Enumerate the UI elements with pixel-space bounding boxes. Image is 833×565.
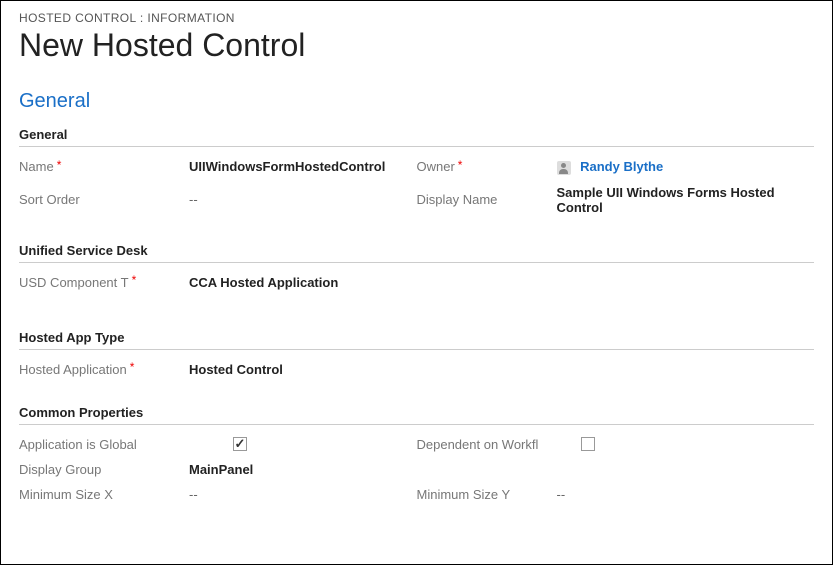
name-label: Name * xyxy=(19,159,189,174)
min-y-label: Minimum Size Y xyxy=(417,487,557,502)
required-star-icon: * xyxy=(132,273,137,287)
tab-general[interactable]: General xyxy=(19,90,814,113)
owner-field[interactable]: Randy Blythe xyxy=(557,159,664,175)
section-header-usd: Unified Service Desk xyxy=(19,243,814,263)
app-global-checkbox[interactable] xyxy=(233,437,247,451)
sort-order-label: Sort Order xyxy=(19,192,189,207)
display-group-field[interactable]: MainPanel xyxy=(189,462,253,477)
dep-workflow-checkbox[interactable] xyxy=(581,437,595,451)
display-name-field[interactable]: Sample UII Windows Forms Hosted Control xyxy=(557,185,815,215)
required-star-icon: * xyxy=(130,360,135,374)
min-x-field[interactable]: -- xyxy=(189,487,198,502)
usd-component-type-field[interactable]: CCA Hosted Application xyxy=(189,275,338,290)
required-star-icon: * xyxy=(57,158,62,172)
name-field[interactable]: UIIWindowsFormHostedControl xyxy=(189,159,385,174)
breadcrumb: HOSTED CONTROL : INFORMATION xyxy=(19,11,814,25)
section-header-general: General xyxy=(19,127,814,147)
app-global-label: Application is Global xyxy=(19,437,189,452)
min-y-field[interactable]: -- xyxy=(557,487,566,502)
section-header-hosted-app: Hosted App Type xyxy=(19,330,814,350)
sort-order-field[interactable]: -- xyxy=(189,192,198,207)
hosted-application-field[interactable]: Hosted Control xyxy=(189,362,283,377)
display-group-label: Display Group xyxy=(19,462,189,477)
owner-link[interactable]: Randy Blythe xyxy=(580,159,663,174)
dep-workflow-label: Dependent on Workfl xyxy=(417,437,557,452)
hosted-application-label-text: Hosted Application xyxy=(19,362,127,377)
required-star-icon: * xyxy=(458,158,463,172)
hosted-application-label: Hosted Application * xyxy=(19,362,189,377)
page-title: New Hosted Control xyxy=(19,27,814,64)
min-x-label: Minimum Size X xyxy=(19,487,189,502)
usd-component-type-label-text: USD Component T xyxy=(19,275,129,290)
usd-component-type-label: USD Component T * xyxy=(19,275,189,290)
section-header-common: Common Properties xyxy=(19,405,814,425)
owner-label-text: Owner xyxy=(417,159,455,174)
display-name-label: Display Name xyxy=(417,192,557,207)
owner-label: Owner * xyxy=(417,159,557,174)
name-label-text: Name xyxy=(19,159,54,174)
person-icon xyxy=(557,161,571,175)
